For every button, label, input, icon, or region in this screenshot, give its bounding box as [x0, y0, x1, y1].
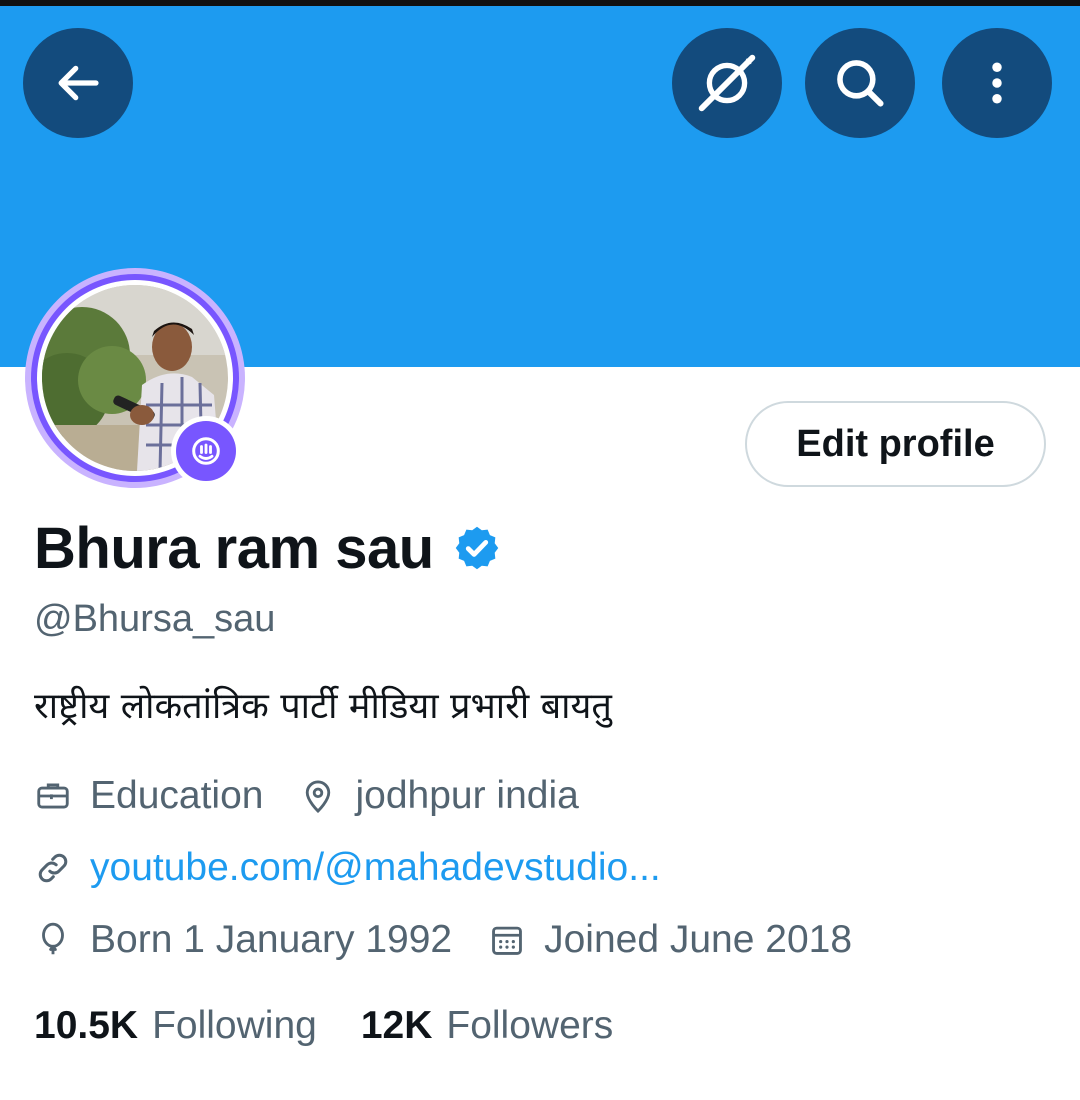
following-count: 10.5K: [34, 1004, 139, 1047]
more-options-button[interactable]: [942, 28, 1052, 138]
back-button[interactable]: [23, 28, 133, 138]
spaces-live-badge[interactable]: [171, 416, 241, 486]
location-pin-icon: [299, 777, 337, 815]
profile-category: Education: [90, 774, 264, 817]
followers-count: 12K: [360, 1004, 433, 1047]
profile-location: jodhpur india: [355, 774, 579, 817]
location-item: jodhpur india: [299, 774, 579, 818]
calendar-icon: [488, 921, 526, 959]
follow-stats: 10.5K Following 12K Followers: [34, 1004, 657, 1048]
following-link[interactable]: 10.5K Following: [34, 1004, 317, 1048]
spaces-icon: [192, 437, 220, 465]
verified-badge-icon[interactable]: [452, 523, 502, 573]
link-icon: [34, 849, 72, 887]
balloon-icon: [34, 921, 72, 959]
profile-birthday: Born 1 January 1992: [90, 918, 453, 961]
category-item: Education: [34, 774, 263, 818]
grok-icon: [698, 54, 756, 112]
profile-joined-date: Joined June 2018: [544, 918, 853, 961]
joined-item: Joined June 2018: [488, 918, 852, 962]
profile-bio: राष्ट्रीय लोकतांत्रिक पार्टी मीडिया प्रभ…: [34, 686, 612, 727]
followers-label: Followers: [446, 1004, 614, 1047]
more-vertical-icon: [992, 62, 1002, 104]
search-button[interactable]: [805, 28, 915, 138]
back-arrow-icon: [58, 65, 99, 101]
birthday-item: Born 1 January 1992: [34, 918, 452, 962]
edit-profile-button[interactable]: Edit profile: [745, 401, 1046, 487]
profile-website-row: youtube.com/@mahadevstudio...: [34, 846, 697, 890]
profile-website-link[interactable]: youtube.com/@mahadevstudio...: [90, 846, 661, 890]
user-handle: @Bhursa_sau: [34, 598, 276, 640]
following-label: Following: [152, 1004, 317, 1047]
followers-link[interactable]: 12K Followers: [361, 1004, 613, 1048]
search-icon: [837, 60, 884, 107]
display-name: Bhura ram sau: [34, 515, 434, 581]
grok-button[interactable]: [672, 28, 782, 138]
profile-meta-row: Education jodhpur india: [34, 774, 615, 818]
briefcase-icon: [34, 777, 72, 815]
profile-dates-row: Born 1 January 1992 Joined June 2018: [34, 918, 888, 962]
name-row: Bhura ram sau: [34, 515, 502, 581]
